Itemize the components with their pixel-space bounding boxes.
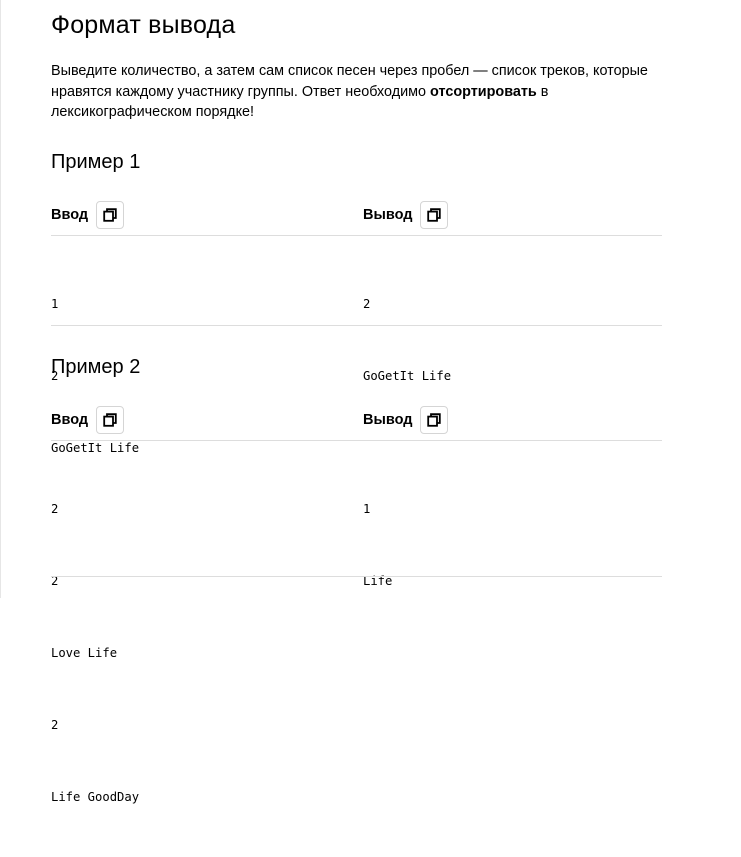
output-label: Вывод — [363, 412, 413, 428]
copy-input-button[interactable] — [96, 201, 125, 229]
output-label: Вывод — [363, 207, 413, 223]
divider — [51, 325, 662, 326]
example-output-block: 1 Life — [363, 449, 407, 641]
copy-output-button[interactable] — [420, 201, 449, 229]
input-line: 2 — [51, 502, 59, 516]
output-line: 2 — [363, 297, 371, 311]
example-input-header: Ввод — [51, 199, 125, 231]
output-line: GoGetIt Life — [363, 369, 452, 383]
copy-icon — [103, 208, 117, 222]
divider — [51, 576, 662, 577]
example-input-block: 2 2 Love Life 2 Life GoodDay — [51, 449, 139, 857]
input-line: 2 — [51, 574, 59, 588]
divider — [51, 235, 662, 236]
input-label: Ввод — [51, 412, 89, 428]
copy-icon — [427, 413, 442, 427]
copy-input-button[interactable] — [96, 406, 125, 434]
output-line: Life — [363, 574, 393, 588]
example-input-header: Ввод — [51, 404, 125, 436]
description-text-start: Выведите количество, а затем сам список … — [51, 63, 648, 100]
section-description: Выведите количество, а затем сам список … — [51, 61, 681, 123]
input-line: Life GoodDay — [51, 790, 140, 804]
copy-icon — [103, 413, 117, 427]
copy-output-button[interactable] — [420, 406, 449, 434]
input-line: 2 — [51, 718, 59, 732]
divider — [51, 440, 662, 441]
input-line: 1 — [51, 297, 59, 311]
description-text-bold: отсортировать — [430, 83, 537, 100]
example-output-header: Вывод — [363, 199, 449, 231]
example-output-header: Вывод — [363, 404, 449, 436]
output-line: 1 — [363, 502, 371, 516]
input-line: Love Life — [51, 646, 118, 660]
copy-icon — [427, 208, 442, 222]
section-title: Формат вывода — [51, 11, 236, 39]
input-label: Ввод — [51, 207, 89, 223]
example-title: Пример 2 — [51, 356, 141, 378]
example-title: Пример 1 — [51, 151, 141, 173]
page-left-border — [0, 0, 1, 598]
